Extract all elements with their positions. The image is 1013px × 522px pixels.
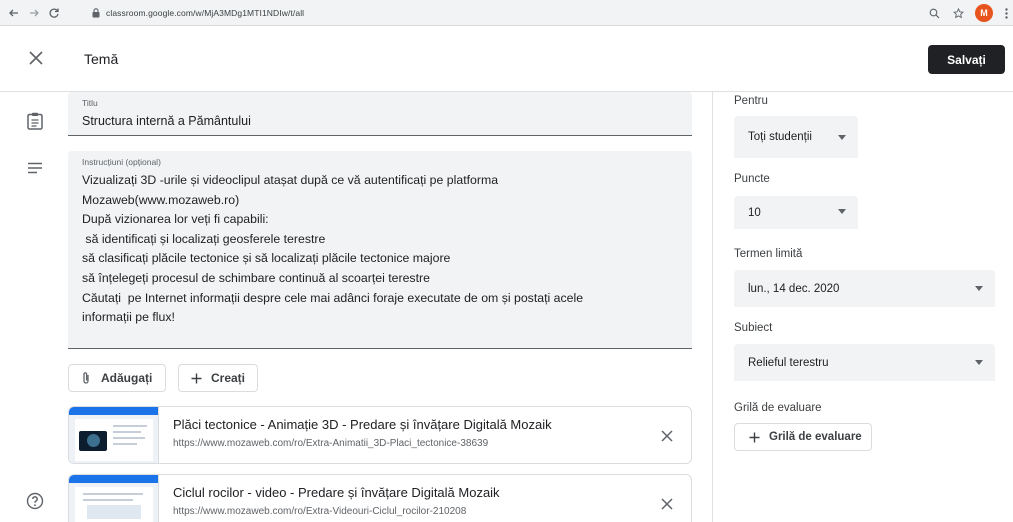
instructions-line: să înțelegeți procesul de schimbare cont… [82,270,430,285]
plus-icon [189,371,203,385]
create-button[interactable]: Creați [178,364,258,392]
points-label: Puncte [734,173,770,185]
rubric-label: Grilă de evaluare [734,402,822,414]
add-rubric-label: Grilă de evaluare [769,431,862,443]
students-select-value: Toți studenții [748,131,812,143]
forward-arrow-icon[interactable] [24,2,44,24]
dropdown-arrow-icon [975,286,983,291]
url-text: classroom.google.com/w/MjA3MDg1MTI1NDIw/… [106,8,305,18]
instructions-line: să clasificați plăcile tectonice și să l… [82,251,451,266]
attachment-card[interactable]: Ciclul rocilor - video - Predare și învă… [68,474,692,522]
more-vert-icon[interactable] [1003,3,1009,23]
add-rubric-button[interactable]: Grilă de evaluare [734,423,872,451]
instructions-line: Mozaweb(www.mozaweb.ro) [82,192,240,207]
dropdown-arrow-icon [975,360,983,365]
notes-icon [24,157,46,179]
attachment-url: https://www.mozaweb.com/ro/Extra-Videour… [173,506,467,517]
paperclip-icon [79,371,93,385]
attachment-url: https://www.mozaweb.com/ro/Extra-Animati… [173,438,489,449]
topic-label: Subiect [734,322,773,334]
instructions-line: După vizionarea lor veți fi capabili: [82,212,269,227]
topic-select[interactable]: Relieful terestru [734,344,995,381]
address-bar[interactable]: classroom.google.com/w/MjA3MDg1MTI1NDIw/… [90,4,920,22]
add-attachment-button[interactable]: Adăugați [68,364,166,392]
page-title: Temă [84,51,119,67]
instructions-label: Instrucțiuni (opțional) [82,157,161,167]
attachment-card[interactable]: Plăci tectonice - Animație 3D - Predare … [68,406,692,464]
due-date-label: Termen limită [734,248,803,260]
create-label: Creați [211,371,246,385]
close-icon[interactable] [26,48,46,68]
reload-icon[interactable] [44,2,64,24]
dropdown-arrow-icon [838,209,846,214]
attachment-thumbnail [69,475,159,522]
back-arrow-icon[interactable] [4,2,24,24]
for-label: Pentru [734,95,768,107]
dropdown-arrow-icon [838,135,846,140]
lock-icon [90,7,102,19]
remove-attachment-close-icon[interactable] [657,426,677,446]
title-input[interactable]: Structura internă a Pământului [82,114,251,128]
instructions-line: să identificați și localizați geosferele… [82,231,326,246]
add-label: Adăugați [101,371,153,385]
save-button[interactable]: Salvați [928,45,1005,74]
topic-value: Relieful terestru [748,356,829,369]
bookmark-star-icon[interactable] [951,3,965,23]
instructions-line: Căutați pe Internet informații despre ce… [82,290,584,305]
points-select-value: 10 [748,206,761,219]
instructions-line: informații pe flux! [82,310,175,325]
plus-icon [747,430,761,444]
attachment-title[interactable]: Ciclul rocilor - video - Predare și învă… [173,485,500,500]
instructions-text[interactable]: Vizualizați 3D -urile și videoclipul ata… [82,171,682,328]
instructions-field[interactable]: Instrucțiuni (opțional) Vizualizați 3D -… [68,151,692,349]
browser-toolbar: classroom.google.com/w/MjA3MDg1MTI1NDIw/… [0,0,1013,26]
assignment-icon [24,110,46,132]
attachment-thumbnail [69,407,159,463]
zoom-icon[interactable] [927,3,941,23]
due-date-select[interactable]: lun., 14 dec. 2020 [734,270,995,307]
settings-panel: Pentru Toți studenții Puncte 10 Termen l… [712,92,1013,522]
profile-avatar[interactable]: M [975,4,993,22]
points-select[interactable]: 10 [734,196,858,229]
instructions-line: Vizualizați 3D -urile și videoclipul ata… [82,173,499,187]
due-date-value: lun., 14 dec. 2020 [748,282,840,295]
remove-attachment-close-icon[interactable] [657,494,677,514]
help-icon[interactable] [24,490,46,512]
students-select[interactable]: Toți studenții [734,116,858,158]
app-header: Temă Salvați [0,26,1013,92]
title-label: Titlu [82,98,98,108]
title-field[interactable]: Titlu Structura internă a Pământului [68,92,692,136]
attachment-title[interactable]: Plăci tectonice - Animație 3D - Predare … [173,417,552,432]
